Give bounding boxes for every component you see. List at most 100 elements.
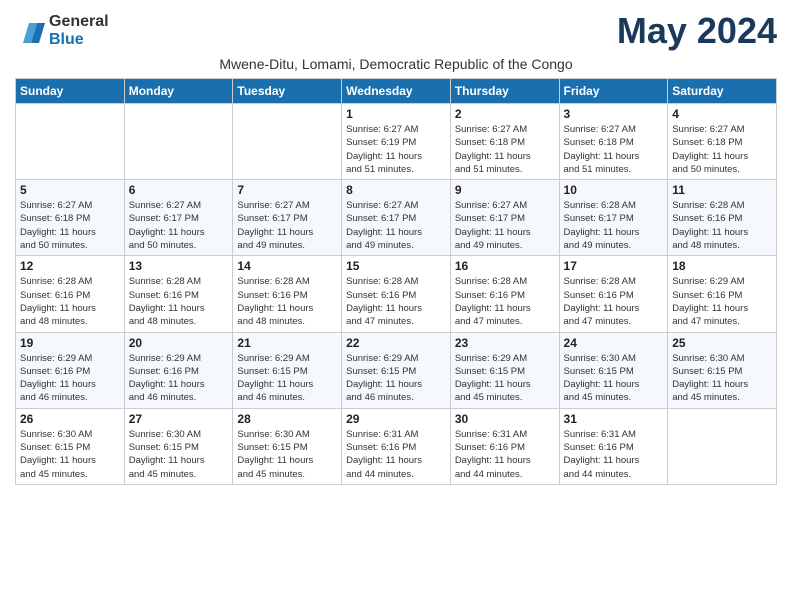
calendar-table: SundayMondayTuesdayWednesdayThursdayFrid… — [15, 78, 777, 485]
calendar-cell: 5Sunrise: 6:27 AM Sunset: 6:18 PM Daylig… — [16, 180, 125, 256]
day-number: 19 — [20, 336, 120, 350]
day-number: 13 — [129, 259, 229, 273]
calendar-cell: 23Sunrise: 6:29 AM Sunset: 6:15 PM Dayli… — [450, 332, 559, 408]
calendar-cell: 30 Sunrise: 6:31 AM Sunset: 6:16 PM Dayli… — [450, 408, 559, 484]
day-info: Sunrise: 6:27 AM Sunset: 6:17 PM Dayligh… — [346, 199, 446, 252]
calendar-week-5: 26 Sunrise: 6:30 AM Sunset: 6:15 PM Dayli… — [16, 408, 777, 484]
weekday-header-tuesday: Tuesday — [233, 79, 342, 104]
calendar-cell: 14Sunrise: 6:28 AM Sunset: 6:16 PM Dayli… — [233, 256, 342, 332]
day-info: Sunrise: 6:28 AM Sunset: 6:17 PM Dayligh… — [564, 199, 664, 252]
calendar-cell: 29 Sunrise: 6:31 AM Sunset: 6:16 PM Dayli… — [342, 408, 451, 484]
weekday-header-sunday: Sunday — [16, 79, 125, 104]
day-info: Sunrise: 6:30 AM Sunset: 6:15 PM Dayligh… — [20, 428, 120, 481]
calendar-cell: 2 Sunrise: 6:27 AM Sunset: 6:18 PM Daylig… — [450, 104, 559, 180]
calendar-cell: 10 Sunrise: 6:28 AM Sunset: 6:17 PM Dayli… — [559, 180, 668, 256]
day-number: 21 — [237, 336, 337, 350]
calendar-week-3: 12 Sunrise: 6:28 AM Sunset: 6:16 PM Dayli… — [16, 256, 777, 332]
day-number: 31 — [564, 412, 664, 426]
day-number: 18 — [672, 259, 772, 273]
day-number: 3 — [564, 107, 664, 121]
day-number: 25 — [672, 336, 772, 350]
day-info: Sunrise: 6:31 AM Sunset: 6:16 PM Dayligh… — [564, 428, 664, 481]
day-info: Sunrise: 6:27 AM Sunset: 6:18 PM Dayligh… — [672, 123, 772, 176]
day-number: 26 — [20, 412, 120, 426]
day-number: 16 — [455, 259, 555, 273]
logo: General Blue — [15, 13, 109, 49]
logo-icon — [15, 19, 45, 43]
day-number: 7 — [237, 183, 337, 197]
day-info: Sunrise: 6:29 AM Sunset: 6:15 PM Dayligh… — [455, 352, 555, 405]
day-info: Sunrise: 6:28 AM Sunset: 6:16 PM Dayligh… — [346, 275, 446, 328]
calendar-cell — [16, 104, 125, 180]
day-number: 22 — [346, 336, 446, 350]
day-number: 30 — [455, 412, 555, 426]
day-number: 17 — [564, 259, 664, 273]
calendar-cell: 18Sunrise: 6:29 AM Sunset: 6:16 PM Dayli… — [668, 256, 777, 332]
calendar-cell: 24 Sunrise: 6:30 AM Sunset: 6:15 PM Dayli… — [559, 332, 668, 408]
calendar-cell: 26 Sunrise: 6:30 AM Sunset: 6:15 PM Dayli… — [16, 408, 125, 484]
calendar-cell: 28Sunrise: 6:30 AM Sunset: 6:15 PM Dayli… — [233, 408, 342, 484]
weekday-header-monday: Monday — [124, 79, 233, 104]
calendar-cell: 7 Sunrise: 6:27 AM Sunset: 6:17 PM Daylig… — [233, 180, 342, 256]
day-info: Sunrise: 6:30 AM Sunset: 6:15 PM Dayligh… — [129, 428, 229, 481]
day-number: 27 — [129, 412, 229, 426]
calendar-cell — [668, 408, 777, 484]
calendar-cell: 17 Sunrise: 6:28 AM Sunset: 6:16 PM Dayli… — [559, 256, 668, 332]
logo-blue: Blue — [49, 31, 84, 48]
calendar-cell — [124, 104, 233, 180]
weekday-header-saturday: Saturday — [668, 79, 777, 104]
day-info: Sunrise: 6:27 AM Sunset: 6:19 PM Dayligh… — [346, 123, 446, 176]
calendar-week-4: 19 Sunrise: 6:29 AM Sunset: 6:16 PM Dayli… — [16, 332, 777, 408]
logo-text: General Blue — [49, 13, 109, 49]
day-info: Sunrise: 6:28 AM Sunset: 6:16 PM Dayligh… — [20, 275, 120, 328]
calendar-cell: 31 Sunrise: 6:31 AM Sunset: 6:16 PM Dayli… — [559, 408, 668, 484]
weekday-header-thursday: Thursday — [450, 79, 559, 104]
day-number: 9 — [455, 183, 555, 197]
day-number: 29 — [346, 412, 446, 426]
calendar-cell: 12 Sunrise: 6:28 AM Sunset: 6:16 PM Dayli… — [16, 256, 125, 332]
day-info: Sunrise: 6:29 AM Sunset: 6:16 PM Dayligh… — [20, 352, 120, 405]
day-info: Sunrise: 6:27 AM Sunset: 6:18 PM Dayligh… — [455, 123, 555, 176]
day-info: Sunrise: 6:29 AM Sunset: 6:16 PM Dayligh… — [129, 352, 229, 405]
day-info: Sunrise: 6:27 AM Sunset: 6:17 PM Dayligh… — [237, 199, 337, 252]
day-info: Sunrise: 6:30 AM Sunset: 6:15 PM Dayligh… — [672, 352, 772, 405]
calendar-cell: 6Sunrise: 6:27 AM Sunset: 6:17 PM Daylig… — [124, 180, 233, 256]
page-header: General Blue May 2024 — [15, 10, 777, 52]
day-info: Sunrise: 6:30 AM Sunset: 6:15 PM Dayligh… — [564, 352, 664, 405]
day-info: Sunrise: 6:28 AM Sunset: 6:16 PM Dayligh… — [672, 199, 772, 252]
day-info: Sunrise: 6:28 AM Sunset: 6:16 PM Dayligh… — [129, 275, 229, 328]
day-number: 24 — [564, 336, 664, 350]
month-title: May 2024 — [617, 10, 777, 52]
calendar-cell: 21Sunrise: 6:29 AM Sunset: 6:15 PM Dayli… — [233, 332, 342, 408]
calendar-cell: 22Sunrise: 6:29 AM Sunset: 6:15 PM Dayli… — [342, 332, 451, 408]
day-info: Sunrise: 6:31 AM Sunset: 6:16 PM Dayligh… — [455, 428, 555, 481]
day-info: Sunrise: 6:28 AM Sunset: 6:16 PM Dayligh… — [564, 275, 664, 328]
day-info: Sunrise: 6:30 AM Sunset: 6:15 PM Dayligh… — [237, 428, 337, 481]
day-number: 6 — [129, 183, 229, 197]
calendar-week-2: 5Sunrise: 6:27 AM Sunset: 6:18 PM Daylig… — [16, 180, 777, 256]
weekday-header-friday: Friday — [559, 79, 668, 104]
calendar-week-1: 1Sunrise: 6:27 AM Sunset: 6:19 PM Daylig… — [16, 104, 777, 180]
calendar-cell: 25 Sunrise: 6:30 AM Sunset: 6:15 PM Dayli… — [668, 332, 777, 408]
day-info: Sunrise: 6:31 AM Sunset: 6:16 PM Dayligh… — [346, 428, 446, 481]
calendar-cell: 11Sunrise: 6:28 AM Sunset: 6:16 PM Dayli… — [668, 180, 777, 256]
day-info: Sunrise: 6:27 AM Sunset: 6:18 PM Dayligh… — [564, 123, 664, 176]
calendar-cell: 20Sunrise: 6:29 AM Sunset: 6:16 PM Dayli… — [124, 332, 233, 408]
day-number: 10 — [564, 183, 664, 197]
calendar-cell: 3 Sunrise: 6:27 AM Sunset: 6:18 PM Daylig… — [559, 104, 668, 180]
day-number: 5 — [20, 183, 120, 197]
day-number: 2 — [455, 107, 555, 121]
weekday-header-wednesday: Wednesday — [342, 79, 451, 104]
calendar-cell: 15Sunrise: 6:28 AM Sunset: 6:16 PM Dayli… — [342, 256, 451, 332]
day-number: 8 — [346, 183, 446, 197]
day-info: Sunrise: 6:27 AM Sunset: 6:17 PM Dayligh… — [455, 199, 555, 252]
day-number: 12 — [20, 259, 120, 273]
calendar-cell: 8 Sunrise: 6:27 AM Sunset: 6:17 PM Daylig… — [342, 180, 451, 256]
calendar-cell: 19 Sunrise: 6:29 AM Sunset: 6:16 PM Dayli… — [16, 332, 125, 408]
calendar-subtitle: Mwene-Ditu, Lomami, Democratic Republic … — [15, 56, 777, 72]
calendar-cell: 9 Sunrise: 6:27 AM Sunset: 6:17 PM Daylig… — [450, 180, 559, 256]
calendar-cell: 27 Sunrise: 6:30 AM Sunset: 6:15 PM Dayli… — [124, 408, 233, 484]
day-number: 14 — [237, 259, 337, 273]
calendar-cell: 4Sunrise: 6:27 AM Sunset: 6:18 PM Daylig… — [668, 104, 777, 180]
calendar-body: 1Sunrise: 6:27 AM Sunset: 6:19 PM Daylig… — [16, 104, 777, 485]
